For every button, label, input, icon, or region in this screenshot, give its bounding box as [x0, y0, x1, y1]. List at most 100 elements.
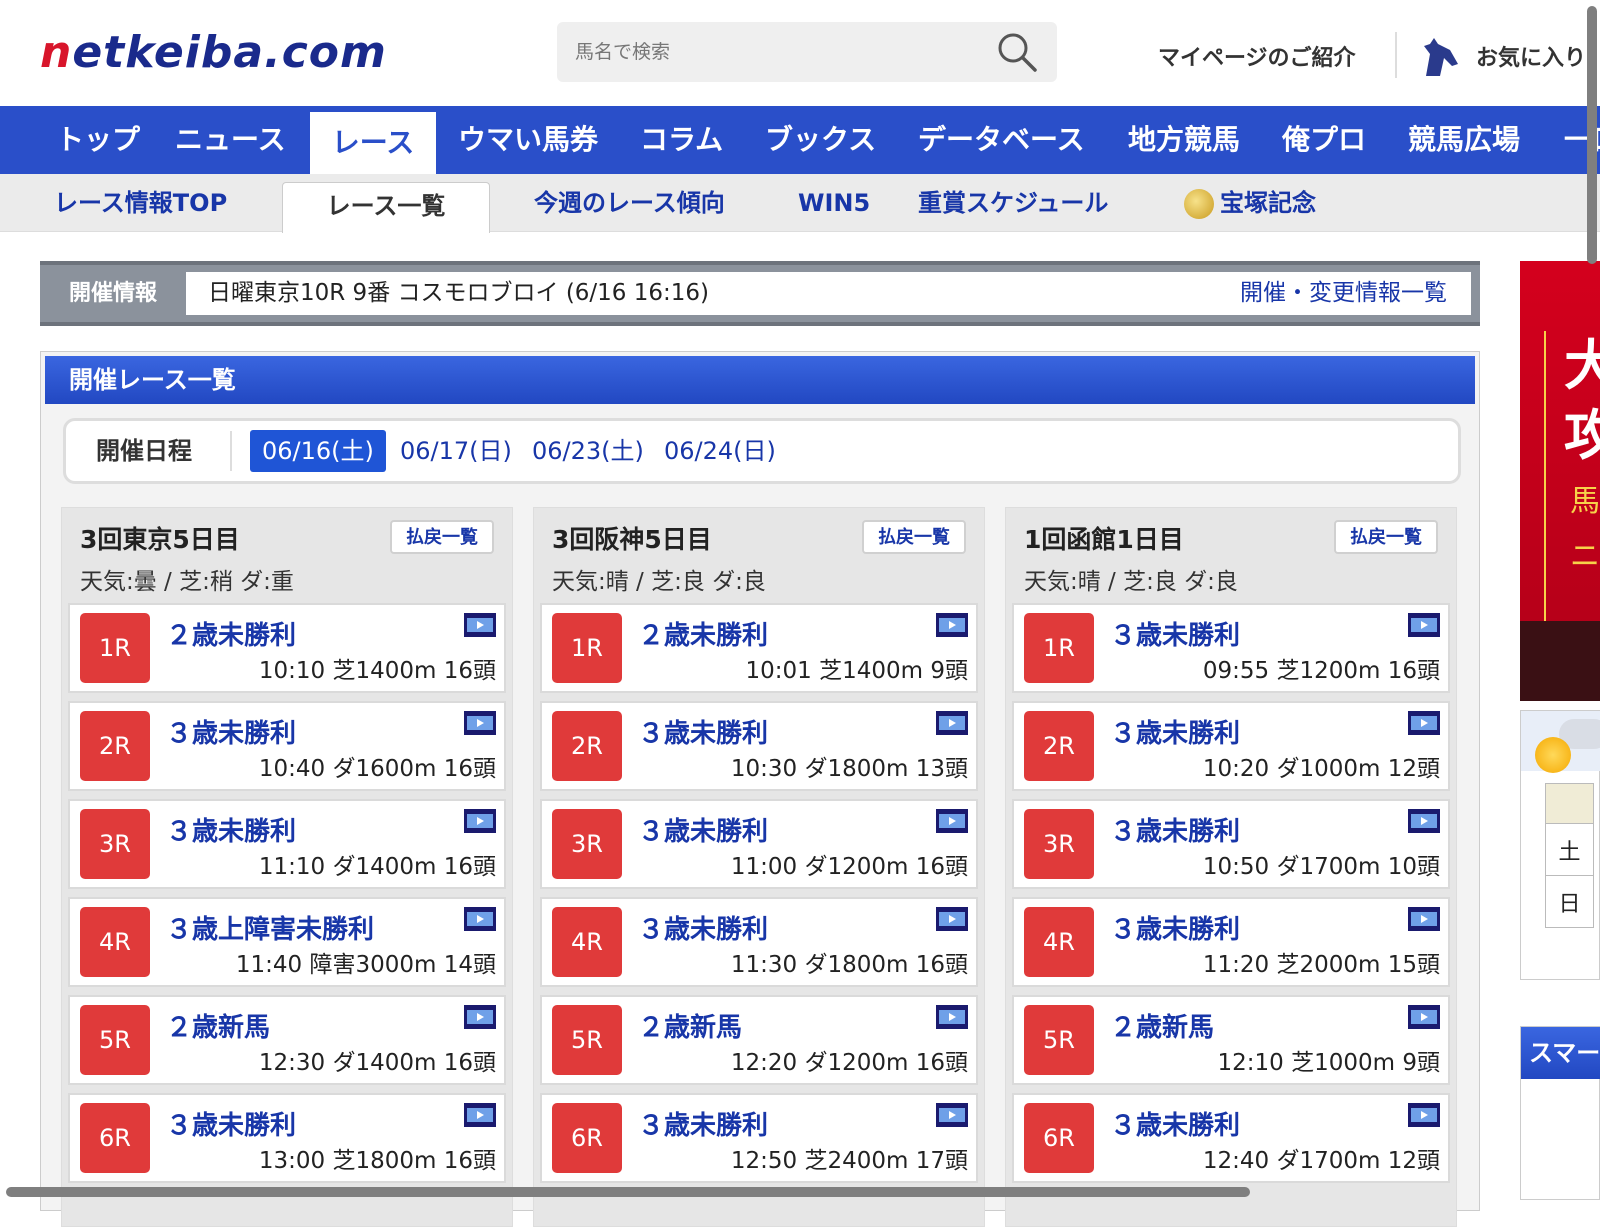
medal-icon: [1184, 189, 1214, 219]
gnav-item-database[interactable]: データベース: [918, 106, 1085, 174]
race-card[interactable]: 4R ３歳未勝利 11:30 ダ1800m 16頭: [540, 897, 978, 987]
race-card[interactable]: 4R ３歳未勝利 11:20 芝2000m 15頭: [1012, 897, 1450, 987]
race-card[interactable]: 5R ２歳新馬 12:20 ダ1200m 16頭: [540, 995, 978, 1085]
gnav-item-orepro[interactable]: 俺プロ: [1282, 106, 1366, 174]
info-list-link[interactable]: 開催・変更情報一覧: [1240, 272, 1447, 315]
venue-name: 1回函館1日目: [1024, 525, 1184, 554]
subnav-item-win5[interactable]: WIN5: [798, 174, 870, 232]
race-card[interactable]: 1R ３歳未勝利 09:55 芝1200m 16頭: [1012, 603, 1450, 693]
date-tab[interactable]: 06/16(土): [250, 430, 386, 472]
gnav-item-column[interactable]: コラム: [640, 106, 723, 174]
video-icon[interactable]: [1408, 907, 1440, 931]
race-card[interactable]: 6R ３歳未勝利 12:50 芝2400m 17頭: [540, 1093, 978, 1183]
subnav-item-race-list[interactable]: レース一覧: [282, 182, 490, 233]
race-name[interactable]: ２歳新馬: [1110, 1007, 1214, 1044]
mypage-link[interactable]: マイページのご紹介: [1158, 40, 1356, 72]
scrollbar-thumb[interactable]: [1587, 6, 1597, 264]
payout-button[interactable]: 払戻一覧: [1334, 520, 1438, 554]
video-icon[interactable]: [464, 907, 496, 931]
race-card[interactable]: 5R ２歳新馬 12:10 芝1000m 9頭: [1012, 995, 1450, 1085]
race-name[interactable]: ２歳未勝利: [166, 615, 296, 652]
race-card[interactable]: 3R ３歳未勝利 11:00 ダ1200m 16頭: [540, 799, 978, 889]
race-name[interactable]: ３歳未勝利: [638, 1105, 768, 1142]
race-name[interactable]: ３歳未勝利: [1110, 1105, 1240, 1142]
global-nav: トップ ニュース レース ウマい馬券 コラム ブックス データベース 地方競馬 …: [0, 106, 1600, 174]
race-card[interactable]: 3R ３歳未勝利 10:50 ダ1700m 10頭: [1012, 799, 1450, 889]
search-icon[interactable]: [995, 30, 1039, 74]
race-card[interactable]: 6R ３歳未勝利 13:00 芝1800m 16頭: [68, 1093, 506, 1183]
date-tab[interactable]: 06/23(土): [532, 430, 644, 472]
race-name[interactable]: ３歳未勝利: [166, 811, 296, 848]
subnav-item-trend[interactable]: 今週のレース傾向: [534, 174, 725, 232]
payout-button[interactable]: 払戻一覧: [862, 520, 966, 554]
race-number: 6R: [1024, 1103, 1094, 1173]
gnav-item-chiho[interactable]: 地方競馬: [1128, 106, 1240, 174]
gnav-item-race[interactable]: レース: [310, 112, 436, 174]
venue-name: 3回東京5日目: [80, 525, 240, 554]
race-card[interactable]: 6R ３歳未勝利 12:40 ダ1700m 12頭: [1012, 1093, 1450, 1183]
race-name[interactable]: ３歳上障害未勝利: [166, 909, 374, 946]
race-name[interactable]: ３歳未勝利: [1110, 713, 1240, 750]
scrollbar-thumb[interactable]: [6, 1187, 1250, 1197]
race-card[interactable]: 1R ２歳未勝利 10:01 芝1400m 9頭: [540, 603, 978, 693]
subnav-item-schedule[interactable]: 重賞スケジュール: [918, 174, 1108, 232]
race-meta: 10:10 芝1400m 16頭: [258, 658, 496, 684]
video-icon[interactable]: [936, 613, 968, 637]
video-icon[interactable]: [936, 1005, 968, 1029]
gnav-item-hiroba[interactable]: 競馬広場: [1408, 106, 1520, 174]
race-name[interactable]: ２歳未勝利: [638, 615, 768, 652]
video-icon[interactable]: [464, 711, 496, 735]
video-icon[interactable]: [936, 907, 968, 931]
video-icon[interactable]: [1408, 613, 1440, 637]
gnav-item-news[interactable]: ニュース: [175, 106, 286, 174]
date-tab[interactable]: 06/24(日): [664, 430, 776, 472]
site-logo[interactable]: netkeiba.com: [40, 28, 387, 78]
video-icon[interactable]: [1408, 1005, 1440, 1029]
vertical-scrollbar[interactable]: [1584, 0, 1600, 1200]
race-meta: 12:10 芝1000m 9頭: [1217, 1050, 1440, 1076]
video-icon[interactable]: [936, 711, 968, 735]
race-number: 1R: [552, 613, 622, 683]
race-name[interactable]: ３歳未勝利: [1110, 811, 1240, 848]
race-name[interactable]: ３歳未勝利: [638, 909, 768, 946]
gnav-item-umai-baken[interactable]: ウマい馬券: [458, 106, 598, 174]
video-icon[interactable]: [936, 1103, 968, 1127]
race-name[interactable]: ３歳未勝利: [638, 811, 768, 848]
race-name[interactable]: ３歳未勝利: [1110, 615, 1240, 652]
race-number: 5R: [552, 1005, 622, 1075]
gnav-item-books[interactable]: ブックス: [765, 106, 876, 174]
gnav-item-top[interactable]: トップ: [56, 106, 140, 174]
video-icon[interactable]: [1408, 809, 1440, 833]
search-input[interactable]: [575, 22, 975, 82]
race-card[interactable]: 3R ３歳未勝利 11:10 ダ1400m 16頭: [68, 799, 506, 889]
race-number: 1R: [80, 613, 150, 683]
date-tab[interactable]: 06/17(日): [400, 430, 512, 472]
race-card[interactable]: 5R ２歳新馬 12:30 ダ1400m 16頭: [68, 995, 506, 1085]
info-text[interactable]: 日曜東京10R 9番 コスモロブロイ (6/16 16:16): [208, 272, 709, 315]
race-name[interactable]: ２歳新馬: [166, 1007, 270, 1044]
race-name[interactable]: ２歳新馬: [638, 1007, 742, 1044]
subnav-item-race-top[interactable]: レース情報TOP: [54, 174, 227, 232]
video-icon[interactable]: [464, 1103, 496, 1127]
ad-line: [1544, 331, 1546, 621]
video-icon[interactable]: [1408, 1103, 1440, 1127]
race-card[interactable]: 2R ３歳未勝利 10:30 ダ1800m 13頭: [540, 701, 978, 791]
race-card[interactable]: 2R ３歳未勝利 10:20 ダ1000m 12頭: [1012, 701, 1450, 791]
race-name[interactable]: ３歳未勝利: [1110, 909, 1240, 946]
video-icon[interactable]: [464, 809, 496, 833]
video-icon[interactable]: [1408, 711, 1440, 735]
horizontal-scrollbar[interactable]: [0, 1184, 1600, 1200]
race-name[interactable]: ３歳未勝利: [166, 1105, 296, 1142]
race-number: 3R: [80, 809, 150, 879]
video-icon[interactable]: [464, 1005, 496, 1029]
subnav-item-takarazuka[interactable]: 宝塚記念: [1184, 174, 1316, 232]
race-card[interactable]: 2R ３歳未勝利 10:40 ダ1600m 16頭: [68, 701, 506, 791]
race-name[interactable]: ３歳未勝利: [166, 713, 296, 750]
payout-button[interactable]: 払戻一覧: [390, 520, 494, 554]
race-card[interactable]: 4R ３歳上障害未勝利 11:40 障害3000m 14頭: [68, 897, 506, 987]
video-icon[interactable]: [936, 809, 968, 833]
race-name[interactable]: ３歳未勝利: [638, 713, 768, 750]
race-card[interactable]: 1R ２歳未勝利 10:10 芝1400m 16頭: [68, 603, 506, 693]
video-icon[interactable]: [464, 613, 496, 637]
favorite-link[interactable]: お気に入り: [1420, 36, 1586, 76]
